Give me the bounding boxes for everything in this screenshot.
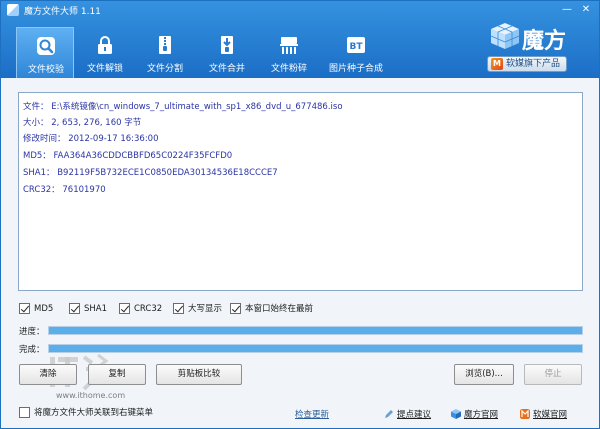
feedback-link-label: 提点建议 [397,410,432,420]
modified-label: 修改时间： [23,134,66,144]
brand-badge-text: 软媒旗下产品 [506,59,561,69]
brand-logo-text: 魔方 [522,29,567,54]
mofang-site-label: 魔方官网 [464,410,499,420]
complete-bar-fill [49,345,582,352]
result-crc32-line: CRC32： 76101970 [23,183,106,195]
ruanmei-m-icon [520,409,530,419]
close-button[interactable]: ✕ [579,3,593,16]
bt-icon: BT [347,37,365,53]
feedback-link[interactable]: 提点建议 [384,408,431,420]
watermark-url: www.ithome.com [56,391,126,400]
tab-label: 图片种子合成 [328,64,383,74]
tab-file-verify[interactable]: 文件校验 [16,27,74,78]
tab-file-unlock[interactable]: 文件解锁 [76,27,134,78]
mofang-cube-icon [451,409,461,419]
tab-label: 文件合并 [208,64,245,74]
crc32-checkbox-label: CRC32 [134,304,163,314]
minimize-button[interactable]: — [560,3,574,16]
complete-label: 完成： [19,345,45,355]
sha1-label: SHA1： [23,168,55,178]
svg-text:BT: BT [350,42,364,52]
context-menu-checkbox-label: 将魔方文件大师关联到右键菜单 [34,408,154,418]
window-title: 魔方文件大师 1.11 [24,7,101,17]
crc32-value: 76101970 [62,185,106,195]
progress-bar [48,326,583,335]
checkbox-box[interactable] [173,303,184,314]
sha1-checkbox[interactable]: SHA1 [69,303,107,315]
ruanmei-m-icon: M [491,58,503,70]
brand-badge[interactable]: M 软媒旗下产品 [487,56,567,72]
file-value: E:\系统镜像\cn_windows_7_ultimate_with_sp1_x… [51,102,343,112]
zip-merge-icon [221,36,233,54]
checkbox-box[interactable] [69,303,80,314]
check-update-link[interactable]: 检查更新 [295,408,329,420]
md5-checkbox[interactable]: MD5 [19,303,53,315]
md5-label: MD5： [23,151,51,161]
checkbox-box[interactable] [230,303,241,314]
size-value: 2, 653, 276, 160 字节 [51,118,142,128]
uppercase-checkbox[interactable]: 大写显示 [173,303,222,315]
header: 魔方文件大师 1.11 — ✕ 文件校验 文件解锁 文件分割 文件合并 文件粉碎… [1,1,599,78]
app-icon [7,4,19,16]
tab-file-merge[interactable]: 文件合并 [198,27,256,78]
sha1-checkbox-label: SHA1 [84,304,108,314]
checkbox-box[interactable] [19,303,30,314]
result-md5-line: MD5： FAA364A36CDDCBBFD65C0224F35FCFD0 [23,149,232,161]
progress-bar-fill [49,327,582,334]
tab-label: 文件粉碎 [270,64,307,74]
app-window: 魔方文件大师 1.11 — ✕ 文件校验 文件解锁 文件分割 文件合并 文件粉碎… [0,0,600,429]
result-panel[interactable]: 文件： E:\系统镜像\cn_windows_7_ultimate_with_s… [18,92,583,291]
tab-label: 文件解锁 [86,64,123,74]
checkbox-box[interactable] [119,303,130,314]
topmost-checkbox-label: 本窗口始终在最前 [245,304,314,314]
sha1-value: B92119F5B732ECE1C0850EDA30134536E18CCCE7 [57,168,278,178]
zip-split-icon [159,36,171,54]
magnifier-shield-icon [37,37,55,55]
modified-value: 2012-09-17 16:36:00 [68,134,159,144]
tab-label: 文件分割 [146,64,183,74]
context-menu-checkbox[interactable]: 将魔方文件大师关联到右键菜单 [19,407,153,419]
crc32-label: CRC32： [23,185,60,195]
progress-label: 进度： [19,327,45,337]
title-bar[interactable]: 魔方文件大师 1.11 — ✕ [1,1,599,19]
file-label: 文件： [23,102,49,112]
shredder-icon [280,37,298,54]
md5-value: FAA364A36CDDCBBFD65C0224F35FCFD0 [53,151,233,161]
ruanmei-site-link[interactable]: 软媒官网 [520,408,567,420]
lock-icon [98,36,112,54]
crc32-checkbox[interactable]: CRC32 [119,303,162,315]
uppercase-checkbox-label: 大写显示 [188,304,223,314]
copy-button[interactable]: 复制 [88,364,146,385]
mofang-cube-logo-icon [490,23,520,49]
md5-checkbox-label: MD5 [34,304,54,314]
tab-file-shred[interactable]: 文件粉碎 [260,27,318,78]
tab-file-split[interactable]: 文件分割 [136,27,194,78]
browse-button[interactable]: 浏览(B)... [454,364,514,385]
size-label: 大小： [23,118,49,128]
result-modified-line: 修改时间： 2012-09-17 16:36:00 [23,132,159,144]
result-file-line: 文件： E:\系统镜像\cn_windows_7_ultimate_with_s… [23,100,343,112]
clear-button[interactable]: 清除 [19,364,77,385]
result-size-line: 大小： 2, 653, 276, 160 字节 [23,116,141,128]
pencil-icon [385,410,393,418]
result-sha1-line: SHA1： B92119F5B732ECE1C0850EDA30134536E1… [23,166,278,178]
checkbox-box[interactable] [19,407,30,418]
mofang-site-link[interactable]: 魔方官网 [451,408,498,420]
ruanmei-site-label: 软媒官网 [533,410,568,420]
clipboard-compare-button[interactable]: 剪贴板比较 [156,364,242,385]
topmost-checkbox[interactable]: 本窗口始终在最前 [230,303,313,315]
stop-button[interactable]: 停止 [524,364,582,385]
complete-bar [48,344,583,353]
tab-image-torrent[interactable]: BT 图片种子合成 [323,27,389,78]
tab-label: 文件校验 [27,65,64,75]
